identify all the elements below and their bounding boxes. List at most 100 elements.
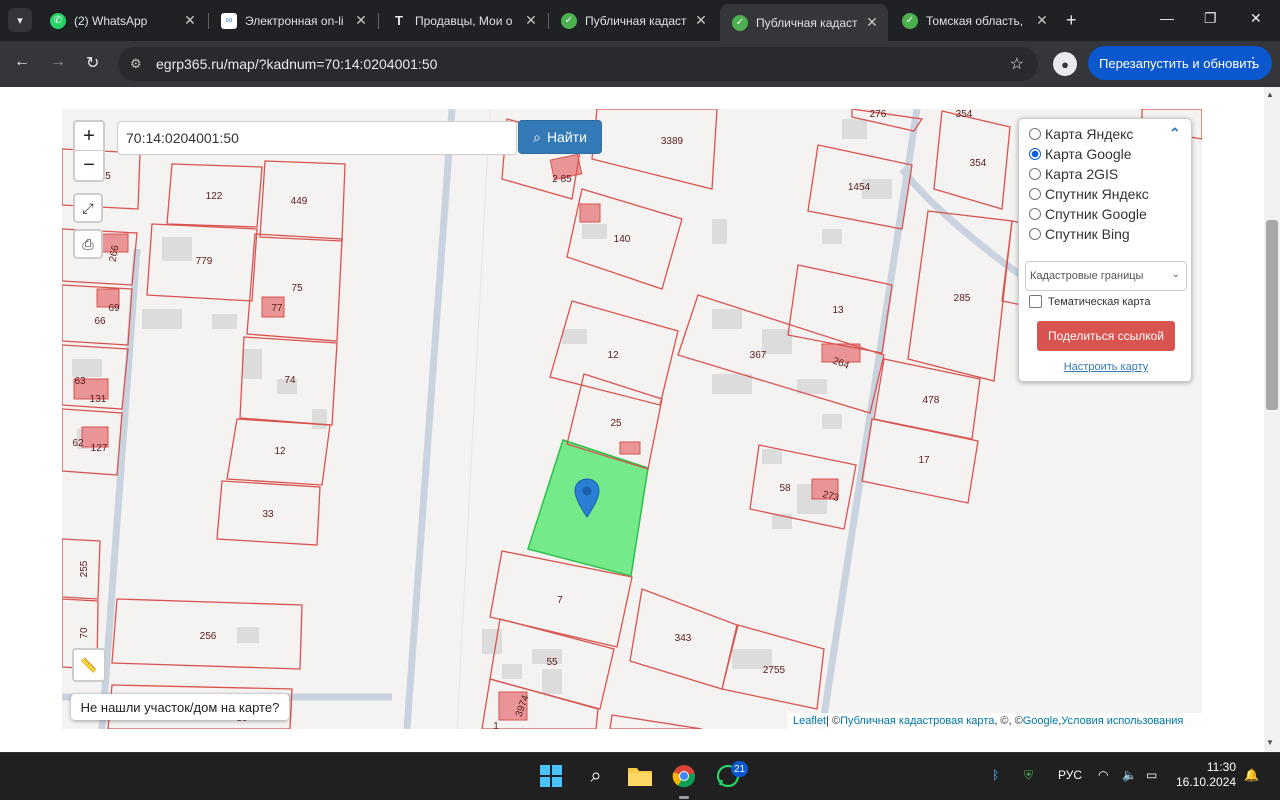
parcel-label[interactable]: 77 <box>271 303 283 314</box>
parcel-label[interactable]: 3389 <box>661 136 684 147</box>
layer-option-yandex-satellite[interactable]: Спутник Яндекс <box>1029 184 1149 204</box>
parcel-label[interactable]: 33 <box>262 509 274 520</box>
zoom-out-button[interactable]: − <box>75 151 103 180</box>
parcel-label[interactable]: 17 <box>918 455 930 466</box>
close-icon[interactable]: ✕ <box>180 12 200 29</box>
parcel-label[interactable]: 266 <box>108 244 122 263</box>
back-button[interactable]: ← <box>14 53 30 71</box>
parcel-label[interactable]: 25 <box>610 418 622 429</box>
layer-option-bing-satellite[interactable]: Спутник Bing <box>1029 224 1130 244</box>
parcel-label[interactable]: 63 <box>74 376 86 387</box>
radio-google-satellite[interactable] <box>1029 208 1041 220</box>
thematic-map-toggle[interactable]: Тематическая карта <box>1029 295 1150 308</box>
parcel-label[interactable]: 276 <box>870 109 887 120</box>
chrome-taskbar-button[interactable] <box>670 762 698 790</box>
tab-search-button[interactable]: ▾ <box>8 8 32 32</box>
file-explorer-button[interactable] <box>626 762 654 790</box>
chevron-up-icon[interactable]: ⌃ <box>1169 125 1181 142</box>
parcel-label[interactable]: 449 <box>291 196 308 207</box>
scroll-up-icon[interactable]: ▲ <box>1266 90 1274 99</box>
parcel-label[interactable]: 74 <box>284 375 296 386</box>
close-icon[interactable]: ✕ <box>1032 12 1052 29</box>
find-button[interactable]: ⌕ Найти <box>518 120 602 154</box>
battery-icon[interactable]: ▭ <box>1146 768 1157 782</box>
tab-cadastral-2[interactable]: ✓ Публичная кадаст ✕ <box>720 4 888 41</box>
scroll-down-icon[interactable]: ▼ <box>1266 738 1274 747</box>
not-found-button[interactable]: Не нашли участок/дом на карте? <box>71 694 289 720</box>
parcel-label[interactable]: 62 <box>72 438 84 449</box>
parcel-label[interactable]: 69 <box>108 303 120 314</box>
measure-button[interactable]: 📏 <box>72 648 106 682</box>
parcel-label[interactable]: 1 <box>493 721 499 729</box>
layer-option-google-map[interactable]: Карта Google <box>1029 144 1132 164</box>
tab-cadastral-1[interactable]: ✓ Публичная кадаст ✕ <box>549 5 717 36</box>
parcel-label[interactable]: 70 <box>79 627 90 639</box>
parcel-label[interactable]: 75 <box>291 283 303 294</box>
profile-avatar[interactable]: ● <box>1053 52 1077 76</box>
radio-bing-satellite[interactable] <box>1029 228 1041 240</box>
parcel-label[interactable]: 58 <box>779 483 791 494</box>
tab-electronic[interactable]: ∞ Электронная on-li ✕ <box>209 5 377 36</box>
notification-bell-icon[interactable]: 🔔 <box>1244 768 1259 782</box>
parcel-label[interactable]: 285 <box>954 293 971 304</box>
security-shield-icon[interactable]: ⛨ <box>1024 768 1033 783</box>
close-window-button[interactable]: ✕ <box>1250 10 1262 27</box>
close-icon[interactable]: ✕ <box>351 12 371 29</box>
restore-button[interactable]: ❐ <box>1204 10 1217 27</box>
pkk-link[interactable]: Публичная кадастровая карта <box>840 715 994 727</box>
layer-option-yandex-map[interactable]: Карта Яндекс <box>1029 124 1133 144</box>
radio-yandex-map[interactable] <box>1029 128 1041 140</box>
zoom-in-button[interactable]: + <box>75 122 103 151</box>
parcel-label[interactable]: 343 <box>675 633 692 644</box>
parcel-label[interactable]: 2 85 <box>552 174 572 185</box>
start-button[interactable] <box>537 762 565 790</box>
relaunch-update-button[interactable]: Перезапустить и обновить ⋮ <box>1088 46 1272 80</box>
scrollbar-thumb[interactable] <box>1266 220 1278 410</box>
reload-button[interactable]: ↻ <box>86 53 99 73</box>
cadastral-number-input[interactable] <box>117 121 517 155</box>
parcel-label[interactable]: 354 <box>956 109 973 120</box>
new-tab-button[interactable]: + <box>1066 10 1077 31</box>
overlay-select[interactable]: Кадастровые границы ⌄ <box>1025 261 1187 291</box>
fullscreen-button[interactable]: ⤢ <box>73 193 103 223</box>
parcel-label[interactable]: 66 <box>94 316 106 327</box>
parcel-label[interactable]: 2755 <box>763 665 786 676</box>
print-button[interactable]: ⎙ <box>73 229 103 259</box>
site-settings-icon[interactable]: ⚙ <box>130 56 142 72</box>
parcel-label[interactable]: 131 <box>90 394 107 405</box>
parcel-label[interactable]: 5 <box>105 171 111 182</box>
bluetooth-icon[interactable]: ᛒ <box>992 768 999 782</box>
radio-yandex-satellite[interactable] <box>1029 188 1041 200</box>
layer-option-google-satellite[interactable]: Спутник Google <box>1029 204 1147 224</box>
system-clock[interactable]: 11:30 16.10.2024 <box>1176 760 1236 790</box>
bookmark-star-icon[interactable]: ☆ <box>1010 54 1024 74</box>
language-indicator[interactable]: РУС <box>1058 768 1082 782</box>
wifi-icon[interactable]: ◠ <box>1098 768 1108 782</box>
tab-tomsk[interactable]: ✓ Томская область, ✕ <box>890 5 1058 36</box>
configure-map-link[interactable]: Настроить карту <box>1019 361 1193 373</box>
address-bar[interactable]: ⚙ egrp365.ru/map/?kadnum=70:14:0204001:5… <box>118 47 1038 81</box>
parcel-label[interactable]: 779 <box>196 256 213 267</box>
tab-whatsapp[interactable]: ✆ (2) WhatsApp ✕ <box>38 5 206 36</box>
parcel-label[interactable]: 478 <box>923 395 940 406</box>
more-vert-icon[interactable]: ⋮ <box>1246 54 1260 71</box>
tab-sellers[interactable]: T Продавцы, Мои о ✕ <box>379 5 547 36</box>
radio-2gis-map[interactable] <box>1029 168 1041 180</box>
close-icon[interactable]: ✕ <box>862 14 882 31</box>
google-link[interactable]: Google <box>1023 715 1058 727</box>
parcel-label[interactable]: 7 <box>557 595 563 606</box>
parcel-label[interactable]: 13 <box>832 305 844 316</box>
minimize-button[interactable]: — <box>1160 10 1174 26</box>
parcel-label[interactable]: 367 <box>750 350 767 361</box>
leaflet-link[interactable]: Leaflet <box>793 715 826 727</box>
parcel-label[interactable]: 255 <box>79 560 90 577</box>
volume-icon[interactable]: 🔈 <box>1122 768 1137 782</box>
parcel-label[interactable]: 140 <box>614 234 631 245</box>
layer-option-2gis-map[interactable]: Карта 2GIS <box>1029 164 1118 184</box>
forward-button[interactable]: → <box>50 53 66 71</box>
share-link-button[interactable]: Поделиться ссылкой <box>1037 321 1175 351</box>
radio-google-map[interactable] <box>1029 148 1041 160</box>
parcel-label[interactable]: 55 <box>546 657 558 668</box>
thematic-map-checkbox[interactable] <box>1029 295 1042 308</box>
terms-link[interactable]: Условия использования <box>1061 715 1183 727</box>
